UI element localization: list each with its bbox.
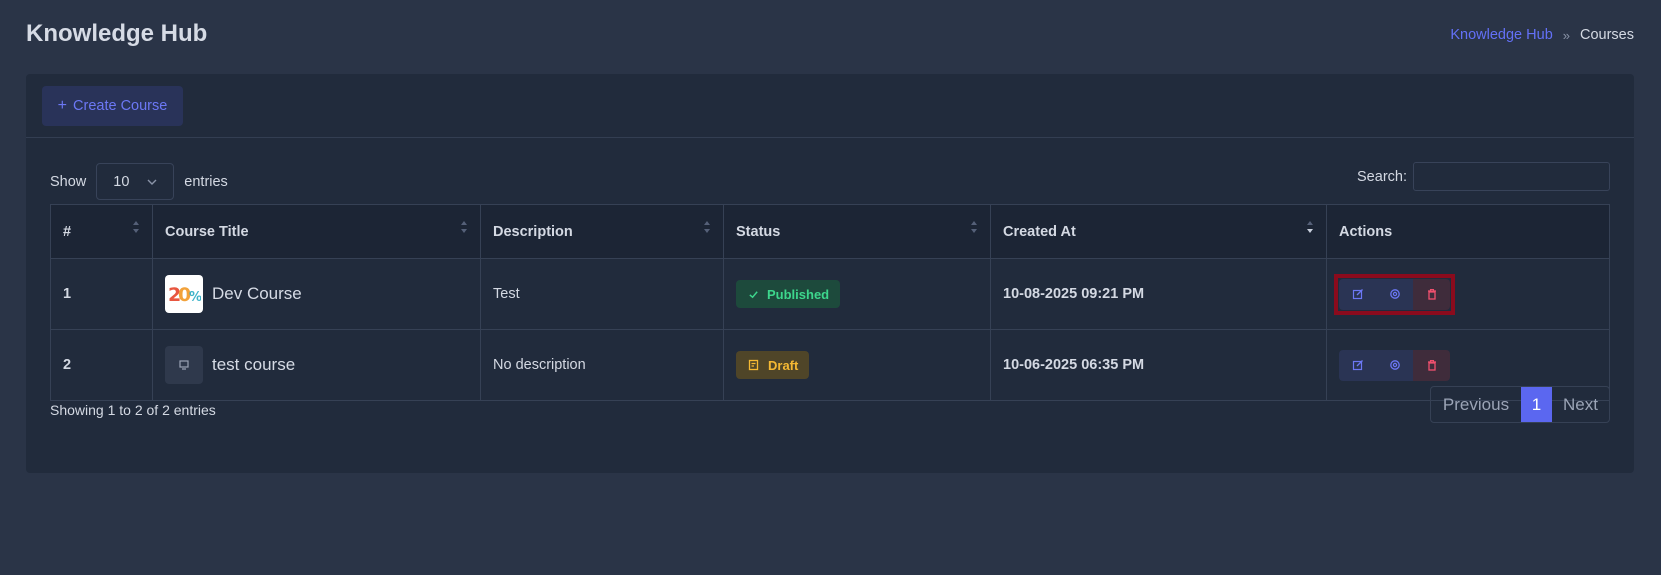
- length-suffix: entries: [184, 173, 228, 190]
- status-badge: Published: [736, 280, 841, 308]
- action-group: [1334, 273, 1455, 315]
- course-description: Test: [480, 258, 724, 330]
- edit-button[interactable]: [1339, 349, 1376, 381]
- column-header-created-at[interactable]: Created At: [990, 204, 1327, 259]
- action-group: [1339, 349, 1450, 381]
- next-page-button[interactable]: Next: [1552, 387, 1609, 422]
- chevron-down-icon: [147, 179, 157, 185]
- breadcrumb: Knowledge Hub » Courses: [1450, 27, 1634, 43]
- status-cell: Draft: [723, 329, 991, 401]
- column-label: #: [63, 223, 72, 240]
- breadcrumb-link-knowledge-hub[interactable]: Knowledge Hub: [1450, 27, 1552, 43]
- create-course-label: Create Course: [73, 98, 168, 114]
- search-label: Search:: [1357, 168, 1407, 185]
- course-title-cell: 2 0 % Dev Course: [152, 258, 481, 330]
- gear-icon: [1389, 360, 1400, 370]
- status-badge: Draft: [736, 351, 810, 379]
- course-title[interactable]: test course: [212, 355, 295, 375]
- trash-icon: [1427, 359, 1436, 371]
- length-prefix: Show: [50, 173, 87, 190]
- sort-icon: [461, 221, 467, 233]
- edit-icon: [1352, 360, 1363, 371]
- column-header-status[interactable]: Status: [723, 204, 991, 259]
- column-label: Actions: [1339, 223, 1393, 240]
- edit-note-icon: [748, 359, 759, 371]
- sort-icon: [971, 221, 977, 233]
- sort-icon: [704, 221, 710, 233]
- table-row: 1 2 0 % Dev Course Test Published 10-08-…: [50, 258, 1610, 330]
- courses-card: + Create Course Show 10 entries Search: …: [26, 74, 1634, 473]
- column-header-course-title[interactable]: Course Title: [152, 204, 481, 259]
- status-cell: Published: [723, 258, 991, 330]
- status-label: Published: [767, 286, 830, 302]
- column-header-description[interactable]: Description: [480, 204, 724, 259]
- course-title-cell: test course: [152, 329, 481, 401]
- column-label: Created At: [1003, 223, 1076, 240]
- course-title[interactable]: Dev Course: [212, 284, 302, 304]
- pagination: Previous 1 Next: [1430, 386, 1610, 423]
- entries-value: 10: [113, 173, 130, 190]
- edit-icon: [1352, 289, 1363, 300]
- page-title: Knowledge Hub: [26, 20, 208, 47]
- status-label: Draft: [768, 357, 799, 373]
- row-number: 1: [50, 258, 153, 330]
- table-info: Showing 1 to 2 of 2 entries: [50, 402, 216, 418]
- delete-button[interactable]: [1413, 349, 1450, 381]
- entries-select[interactable]: 10: [96, 163, 175, 200]
- card-header: + Create Course: [26, 74, 1634, 138]
- gear-icon: [1389, 289, 1400, 299]
- sort-desc-icon: [1307, 221, 1313, 233]
- plus-icon: +: [57, 97, 68, 114]
- edit-button[interactable]: [1339, 278, 1376, 310]
- course-description: No description: [480, 329, 724, 401]
- create-course-button[interactable]: + Create Course: [42, 86, 183, 126]
- page-1-button[interactable]: 1: [1521, 387, 1552, 422]
- column-label: Description: [493, 223, 573, 240]
- settings-button[interactable]: [1376, 349, 1413, 381]
- sort-icon: [133, 221, 139, 233]
- created-at: 10-08-2025 09:21 PM: [990, 258, 1327, 330]
- settings-button[interactable]: [1376, 278, 1413, 310]
- breadcrumb-separator: »: [1562, 27, 1570, 43]
- search-input[interactable]: [1413, 162, 1610, 191]
- delete-button[interactable]: [1413, 278, 1450, 310]
- created-at: 10-06-2025 06:35 PM: [990, 329, 1327, 401]
- actions-cell: [1326, 258, 1610, 330]
- course-thumbnail: 2 0 %: [165, 275, 203, 313]
- course-thumbnail: [165, 346, 203, 384]
- course-image-icon: 2 0 %: [168, 284, 201, 306]
- breadcrumb-current: Courses: [1580, 27, 1634, 43]
- svg-text:%: %: [189, 290, 201, 305]
- column-header-actions: Actions: [1326, 204, 1610, 259]
- row-number: 2: [50, 329, 153, 401]
- column-label: Course Title: [165, 223, 249, 240]
- courses-table: # Course Title Description Status Create…: [50, 204, 1610, 401]
- previous-page-button[interactable]: Previous: [1431, 387, 1521, 422]
- search-box: Search:: [1357, 162, 1610, 191]
- table-header-row: # Course Title Description Status Create…: [50, 204, 1610, 259]
- table-row: 2 test course No description Draft 10-06…: [50, 329, 1610, 401]
- column-header-number[interactable]: #: [50, 204, 153, 259]
- trash-icon: [1427, 288, 1436, 300]
- column-label: Status: [736, 223, 781, 240]
- length-menu: Show 10 entries: [50, 163, 228, 200]
- placeholder-icon: [179, 360, 189, 370]
- check-icon: [749, 290, 758, 298]
